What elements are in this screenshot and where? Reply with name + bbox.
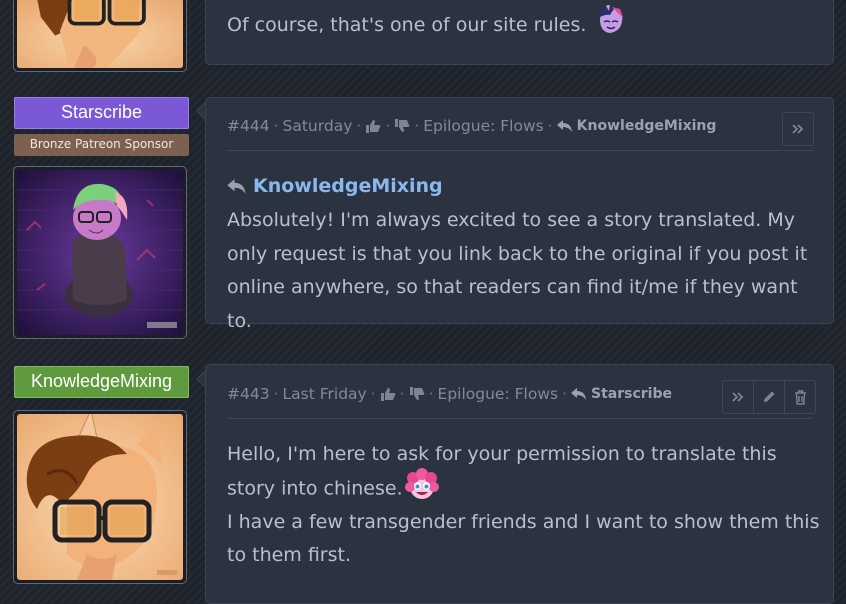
reply-arrow-icon	[227, 178, 247, 195]
reply-heading-user[interactable]: KnowledgeMixing	[253, 175, 443, 197]
reply-arrow-icon	[556, 119, 573, 133]
meta-separator: ·	[356, 117, 362, 135]
expand-button[interactable]	[783, 113, 813, 145]
twilight-sparkle-emote-icon	[594, 3, 626, 37]
comment-text: Of course, that's one of our site rules.	[227, 14, 587, 36]
meta-separator: ·	[385, 117, 391, 135]
delete-button[interactable]	[784, 381, 815, 413]
reply-to-user[interactable]: KnowledgeMixing	[577, 118, 717, 134]
meta-separator: ·	[562, 385, 568, 403]
thumbs-down-icon[interactable]	[394, 119, 410, 133]
avatar-starscribe[interactable]	[13, 166, 187, 339]
thumbs-up-icon[interactable]	[380, 387, 396, 401]
avatar-knowledgemixing[interactable]	[13, 410, 187, 584]
comment-meta-444: #444 · Saturday · · · Epilogue: Flows · …	[227, 117, 716, 135]
chapter-link[interactable]: Epilogue: Flows	[423, 117, 544, 135]
meta-separator: ·	[547, 117, 553, 135]
author-name-starscribe[interactable]: Starscribe	[14, 97, 189, 129]
comment-text-line1: Hello, I'm here to ask for your permissi…	[227, 443, 777, 499]
expand-button[interactable]	[723, 381, 753, 413]
comment-meta-443: #443 · Last Friday · · · Epilogue: Flows…	[227, 385, 672, 403]
thumbs-down-icon[interactable]	[409, 387, 425, 401]
chapter-link[interactable]: Epilogue: Flows	[438, 385, 559, 403]
pinkie-pie-emote-icon	[404, 467, 439, 502]
pencil-icon	[764, 391, 775, 402]
edit-button[interactable]	[753, 381, 784, 413]
comment-number[interactable]: #443	[227, 385, 270, 403]
meta-separator: ·	[273, 117, 279, 135]
comment-divider	[227, 150, 813, 151]
reply-arrow-icon	[571, 387, 587, 401]
meta-separator: ·	[414, 117, 420, 135]
comment-text-444: Absolutely! I'm always excited to see a …	[227, 209, 808, 332]
comment-date: Saturday	[282, 117, 353, 135]
author-name-knowledgemixing[interactable]: KnowledgeMixing	[14, 366, 189, 398]
meta-separator: ·	[399, 385, 405, 403]
comment-actions-443	[722, 380, 816, 414]
meta-separator: ·	[273, 385, 279, 403]
sponsor-badge: Bronze Patreon Sponsor	[14, 134, 189, 156]
comment-text-line2: I have a few transgender friends and I w…	[227, 510, 820, 567]
reply-to-user[interactable]: Starscribe	[591, 386, 672, 402]
avatar-knowledgemixing-top[interactable]	[13, 0, 187, 72]
double-chevron-right-icon	[792, 124, 804, 134]
comment-number[interactable]: #444	[227, 117, 270, 135]
meta-separator: ·	[428, 385, 434, 403]
trash-icon	[794, 389, 806, 405]
double-chevron-right-icon	[732, 392, 744, 402]
comment-divider	[227, 418, 813, 419]
comment-body-top: Of course, that's one of our site rules.	[227, 3, 817, 43]
reply-heading-444[interactable]: KnowledgeMixing	[227, 175, 443, 197]
meta-separator: ·	[370, 385, 376, 403]
comment-actions-444	[782, 112, 814, 146]
thumbs-up-icon[interactable]	[365, 119, 381, 133]
comment-date: Last Friday	[282, 385, 367, 403]
comment-text-443: Hello, I'm here to ask for your permissi…	[227, 438, 822, 573]
